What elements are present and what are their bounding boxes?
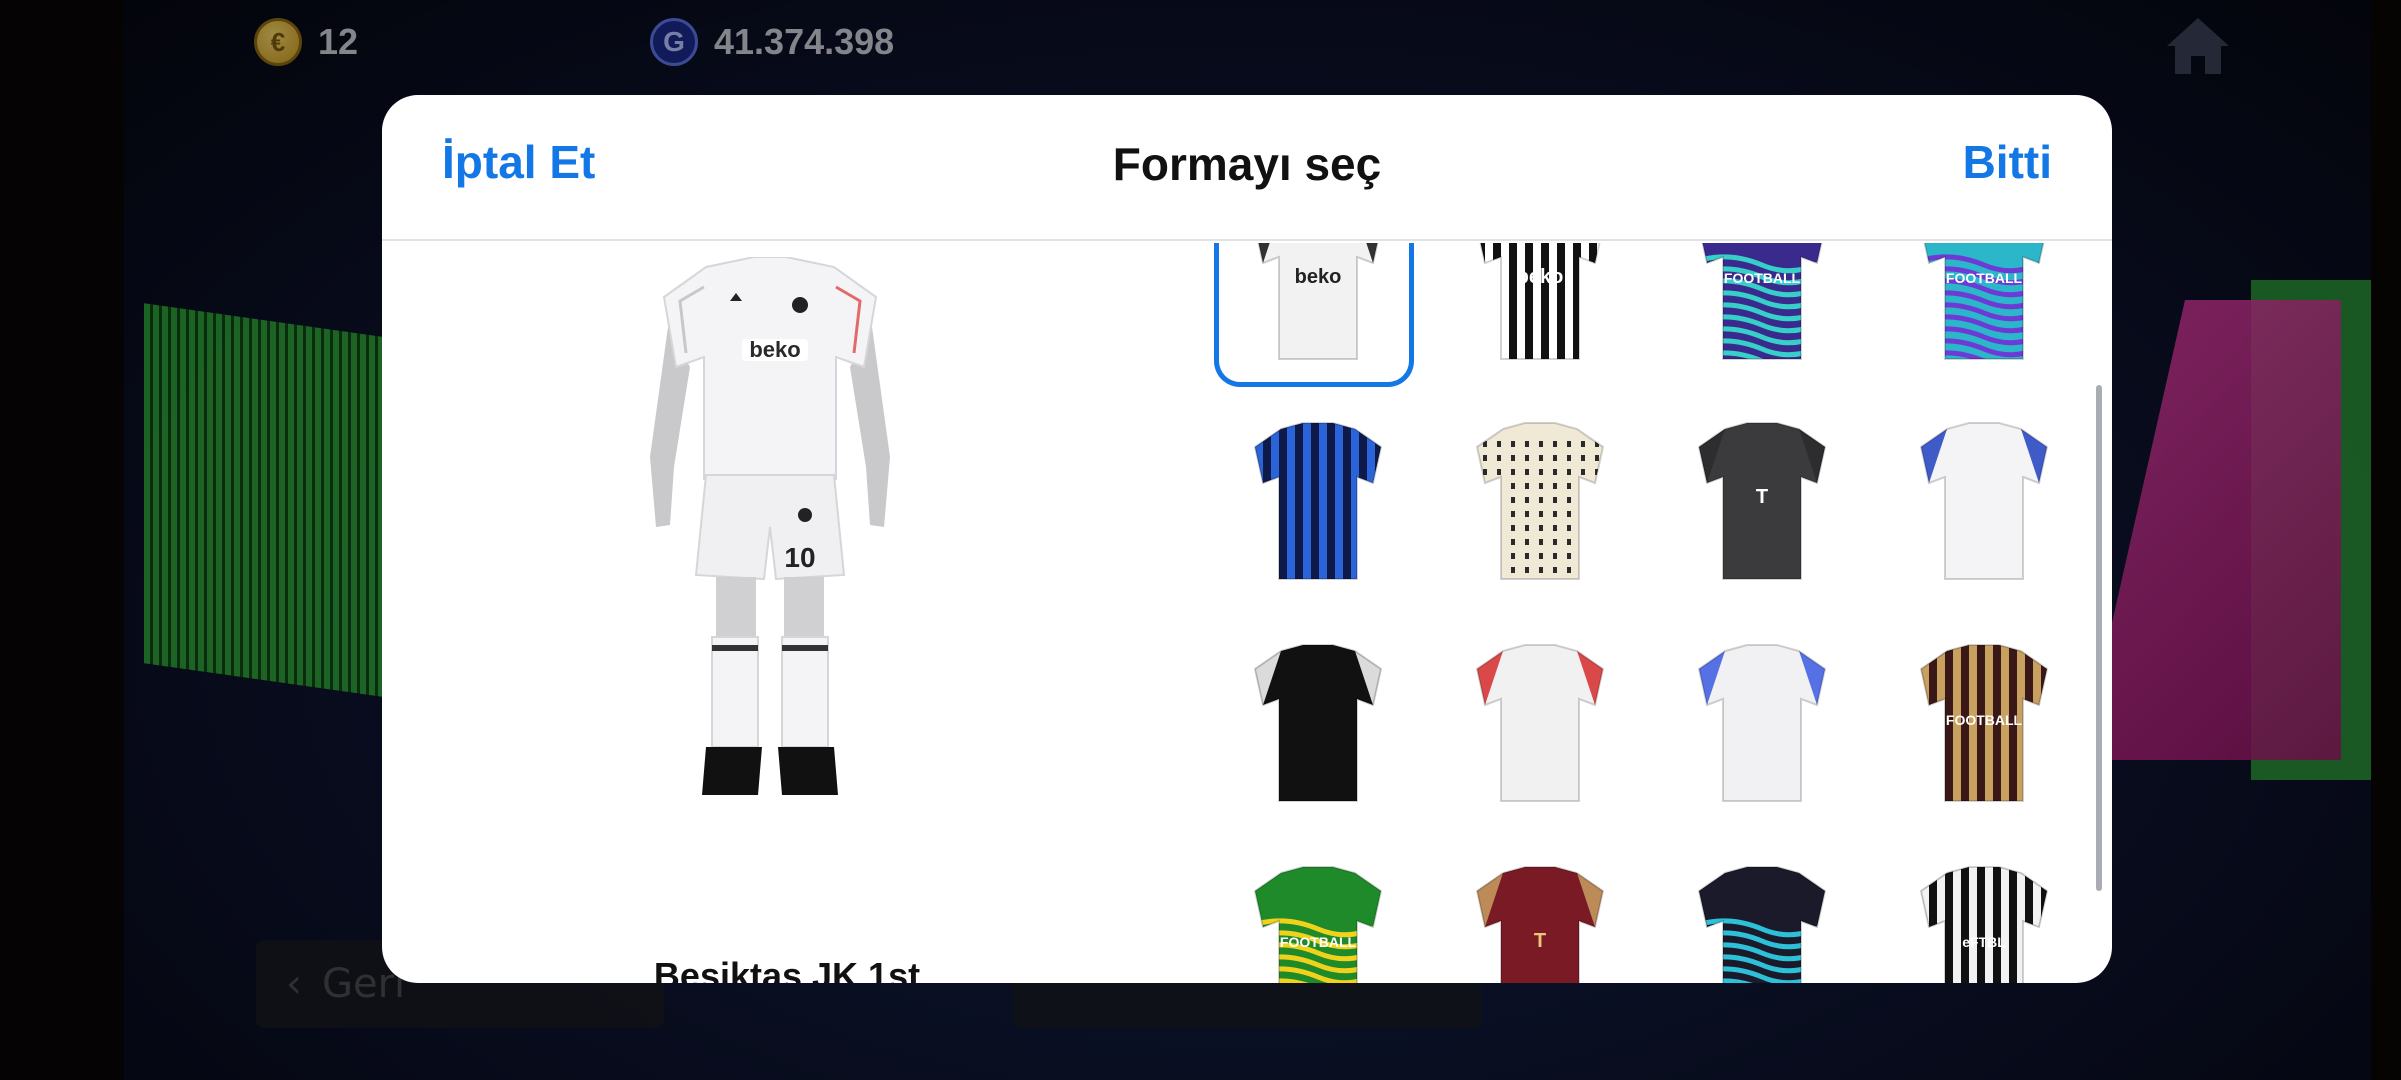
kit-sponsor-text: beko xyxy=(1295,266,1342,288)
kit-option[interactable]: FOOTBALL xyxy=(1894,243,2074,373)
jersey-icon xyxy=(1253,644,1383,802)
kit-grid: beko beko FOOTBALL FOOTBALL T FOOTBALL FOOTBAL… xyxy=(1194,243,2074,983)
jersey-icon xyxy=(1697,866,1827,983)
jersey-icon: FOOTBALL xyxy=(1253,866,1383,983)
kit-option[interactable] xyxy=(1228,635,1408,815)
dialog-title: Formayı seç xyxy=(1112,138,1382,190)
kit-option[interactable]: beko xyxy=(1450,243,1630,373)
jersey-icon: eFTBL xyxy=(1919,866,2049,983)
kit-option[interactable] xyxy=(1450,635,1630,815)
kit-sponsor-text: eFTBL xyxy=(1962,934,2006,950)
kit-option[interactable] xyxy=(1450,413,1630,593)
kit-sponsor-text: T xyxy=(1534,930,1546,952)
kit-sponsor-text: FOOTBALL xyxy=(1724,270,1801,286)
jersey-icon xyxy=(1919,422,2049,580)
kit-option[interactable] xyxy=(1672,857,1852,983)
kit-option[interactable] xyxy=(1672,635,1852,815)
kit-option[interactable]: beko xyxy=(1214,243,1414,387)
kit-selection-dialog: İptal Et Formayı seç Bitti beko 10 Beşik… xyxy=(382,95,2112,983)
kit-option[interactable]: FOOTBALL xyxy=(1894,635,2074,815)
done-button[interactable]: Bitti xyxy=(1963,135,2052,189)
kit-option[interactable]: FOOTBALL xyxy=(1228,857,1408,983)
jersey-icon: T xyxy=(1475,866,1605,983)
kit-option[interactable] xyxy=(1894,413,2074,593)
kit-sponsor-text: FOOTBALL xyxy=(1946,712,2023,728)
jersey-icon: T xyxy=(1697,422,1827,580)
jersey-icon: FOOTBALL xyxy=(1921,243,2047,360)
kit-preview-figure: beko 10 xyxy=(650,257,890,795)
jersey-icon xyxy=(1475,644,1605,802)
svg-text:beko: beko xyxy=(749,337,800,362)
selected-kit-name: Beşiktaş JK 1st xyxy=(653,955,921,983)
jersey-icon: FOOTBALL xyxy=(1699,243,1825,360)
kit-sponsor-text: FOOTBALL xyxy=(1280,934,1357,950)
kit-option[interactable] xyxy=(1228,413,1408,593)
kit-option[interactable]: T xyxy=(1450,857,1630,983)
kit-sponsor-text: FOOTBALL xyxy=(1946,270,2023,286)
jersey-icon: FOOTBALL xyxy=(1919,644,2049,802)
kit-grid-scrollbar[interactable] xyxy=(2096,385,2102,891)
kit-preview-panel: beko 10 Beşiktaş JK 1st xyxy=(382,243,1142,983)
jersey-icon: beko xyxy=(1255,243,1381,360)
kit-option[interactable]: eFTBL xyxy=(1894,857,2074,983)
jersey-icon xyxy=(1253,422,1383,580)
jersey-icon: beko xyxy=(1477,243,1603,360)
svg-text:10: 10 xyxy=(784,542,815,573)
kit-option[interactable]: T xyxy=(1672,413,1852,593)
kit-sponsor-text: beko xyxy=(1517,266,1564,288)
dialog-header: İptal Et Formayı seç Bitti xyxy=(382,95,2112,241)
kit-sponsor-text: T xyxy=(1756,486,1768,508)
jersey-icon xyxy=(1475,422,1605,580)
kit-option[interactable]: FOOTBALL xyxy=(1672,243,1852,373)
jersey-icon xyxy=(1697,644,1827,802)
